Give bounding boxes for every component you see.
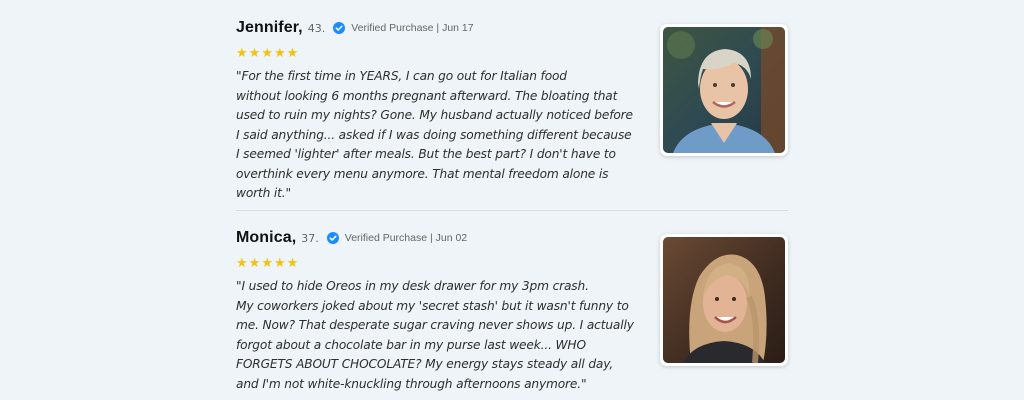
star-icon: ★ bbox=[236, 46, 248, 61]
star-icon: ★ bbox=[248, 46, 261, 61]
reviewer-age: 43. bbox=[307, 21, 326, 35]
review-divider bbox=[236, 210, 788, 211]
reviewer-age: 37. bbox=[301, 231, 319, 245]
reviewer-photo bbox=[660, 24, 788, 156]
reviewer-name: Monica, bbox=[236, 229, 297, 246]
reviewer-photo bbox=[660, 234, 788, 366]
review-text: "For the first time in YEARS, I can go o… bbox=[236, 69, 633, 200]
star-icon: ★ bbox=[286, 46, 299, 61]
star-icon: ★ bbox=[261, 46, 273, 61]
star-icon: ★ bbox=[273, 46, 286, 61]
star-icon: ★ bbox=[236, 256, 248, 271]
star-icon: ★ bbox=[273, 256, 286, 271]
star-icon: ★ bbox=[286, 256, 299, 271]
review-card: Jennifer, 43. Verified Purchase | Jun 17… bbox=[236, 14, 788, 210]
verified-purchase-label: Verified Purchase | Jun 17 bbox=[351, 22, 474, 34]
verified-purchase-label: Verified Purchase | Jun 02 bbox=[344, 232, 468, 244]
star-icon: ★ bbox=[248, 256, 261, 271]
verified-check-icon bbox=[333, 22, 346, 34]
review-text: "I used to hide Oreos in my desk drawer … bbox=[236, 279, 634, 391]
review-card: Monica, 37. Verified Purchase | Jun 02 ★… bbox=[236, 224, 788, 396]
reviewer-name: Jennifer, bbox=[236, 19, 303, 36]
star-icon: ★ bbox=[261, 256, 273, 271]
verified-check-icon bbox=[326, 232, 339, 244]
